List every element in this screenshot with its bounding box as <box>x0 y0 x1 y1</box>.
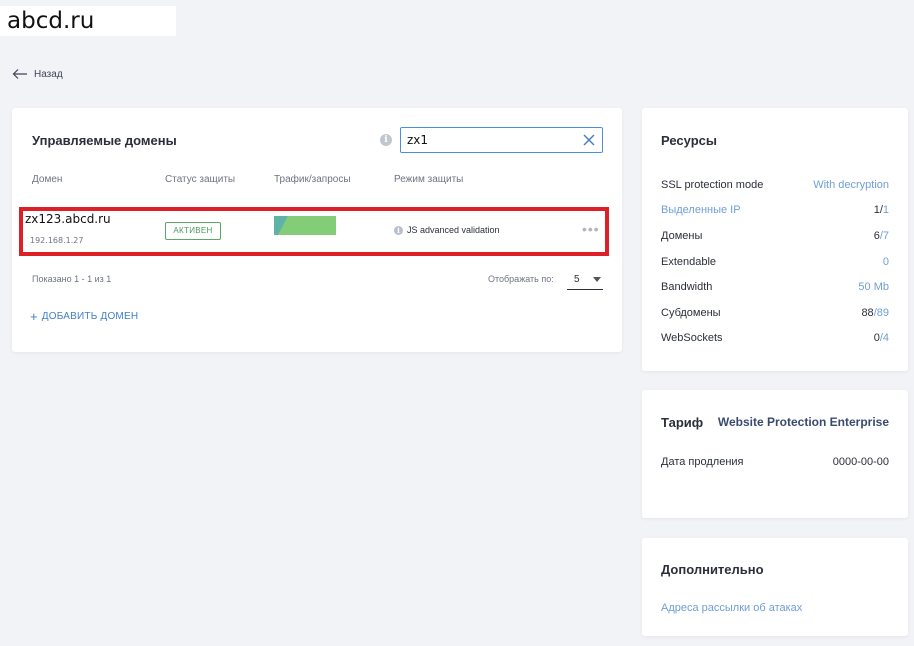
resource-row-subdomains: Субдомены 88/89 <box>661 307 889 319</box>
protection-mode: i JS advanced validation <box>394 225 500 235</box>
more-dots-icon[interactable]: ••• <box>582 222 600 236</box>
renewal-label: Дата продления <box>661 456 744 468</box>
info-icon[interactable]: i <box>380 134 392 146</box>
column-header-status[interactable]: Статус защиты <box>165 174 235 185</box>
resource-value: 0 <box>882 256 889 268</box>
resources-title: Ресурсы <box>661 133 717 148</box>
resource-row-websockets: WebSockets 0/4 <box>661 332 889 344</box>
attack-notifications-link[interactable]: Адреса рассылки об атаках <box>661 602 802 614</box>
chevron-down-icon <box>593 277 601 282</box>
resource-total: 7 <box>882 230 889 242</box>
resource-total: 89 <box>876 307 889 319</box>
resources-card: Ресурсы SSL protection mode With decrypt… <box>642 108 908 371</box>
mode-info-icon: i <box>394 225 403 235</box>
resource-label: Bandwidth <box>661 281 713 293</box>
resource-label: SSL protection mode <box>661 179 764 191</box>
site-label: abcd.ru <box>0 6 176 36</box>
resource-total: 4 <box>882 332 889 344</box>
extra-card: Дополнительно Адреса рассылки об атаках <box>642 538 908 636</box>
domain-name[interactable]: zx123.abcd.ru <box>25 212 111 226</box>
protection-mode-label: JS advanced validation <box>407 225 500 235</box>
renewal-row: Дата продления 0000-00-00 <box>661 456 889 468</box>
back-link[interactable]: Назад <box>12 68 63 80</box>
add-domain-button[interactable]: + ДОБАВИТЬ ДОМЕН <box>30 308 139 324</box>
plan-name: Website Protection Enterprise <box>717 415 889 429</box>
column-header-domain[interactable]: Домен <box>32 174 62 185</box>
renewal-date: 0000-00-00 <box>832 456 889 468</box>
search-box <box>400 127 603 153</box>
resource-value[interactable]: With decryption <box>813 179 889 191</box>
extra-title: Дополнительно <box>661 562 764 577</box>
back-label: Назад <box>34 68 63 80</box>
resource-total: 1 <box>882 204 889 216</box>
resource-row-bandwidth: Bandwidth 50 Mb <box>661 281 889 293</box>
domains-card: Управляемые домены i Домен Статус защиты… <box>12 108 622 352</box>
resource-label: Extendable <box>661 256 717 268</box>
arrow-left-icon <box>12 69 27 79</box>
add-domain-label: ДОБАВИТЬ ДОМЕН <box>41 311 139 322</box>
resource-row-ips: Выделенные IP 1/1 <box>661 204 889 216</box>
column-header-mode[interactable]: Режим защиты <box>394 174 463 185</box>
column-header-traffic[interactable]: Трафик/запросы <box>274 174 351 185</box>
resource-row-extendable: Extendable 0 <box>661 256 889 268</box>
plus-icon: + <box>30 308 38 324</box>
resource-label: Домены <box>661 230 703 242</box>
per-page-select[interactable]: 5 <box>567 268 603 290</box>
resource-value: 50 Mb <box>858 281 889 293</box>
status-badge: АКТИВЕН <box>165 222 221 240</box>
per-page-value: 5 <box>574 274 580 285</box>
tariff-card: Тариф Website Protection Enterprise Дата… <box>642 390 908 518</box>
search-input[interactable] <box>401 128 571 152</box>
resource-label: WebSockets <box>661 332 723 344</box>
per-page-label: Отображать по: <box>488 274 554 284</box>
tariff-title: Тариф <box>661 415 704 430</box>
resource-used: 88 <box>861 307 874 319</box>
resource-row-ssl: SSL protection mode With decryption <box>661 179 889 191</box>
pagination-summary: Показано 1 - 1 из 1 <box>32 274 112 284</box>
close-icon[interactable] <box>582 133 596 147</box>
traffic-sparkline <box>274 216 336 235</box>
domains-title: Управляемые домены <box>32 133 177 148</box>
resource-label: Субдомены <box>661 307 721 319</box>
resource-label[interactable]: Выделенные IP <box>661 204 741 216</box>
resource-row-domains: Домены 6/7 <box>661 230 889 242</box>
domain-ip: 192.168.1.27 <box>30 236 84 245</box>
